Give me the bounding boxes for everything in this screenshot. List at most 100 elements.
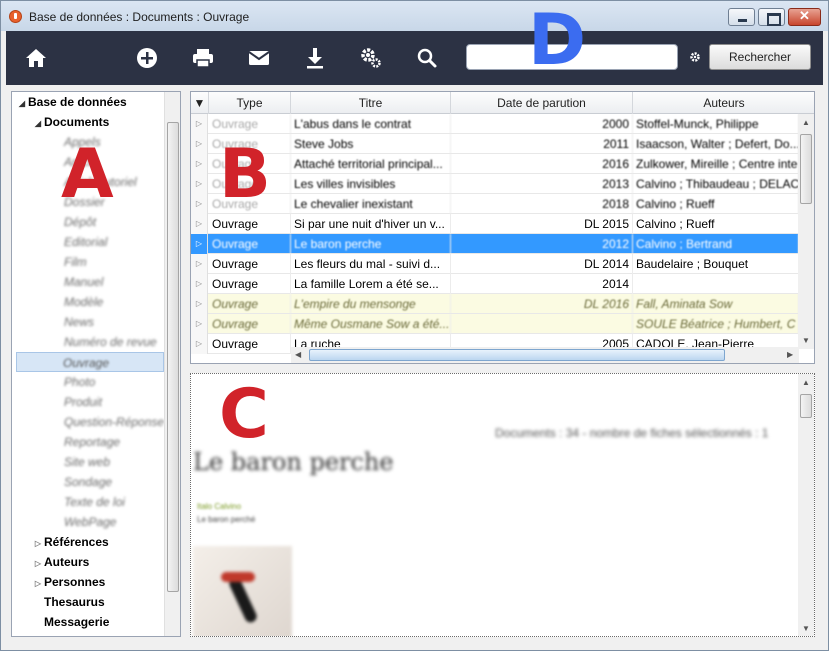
row-expand-icon[interactable]: ▷ <box>191 294 208 314</box>
toolbar: Rechercher <box>6 31 823 85</box>
preview-author[interactable]: Italo Calvino <box>197 502 241 511</box>
preview-count: Documents : 34 - nombre de fiches sélect… <box>495 426 769 440</box>
row-expand-icon[interactable]: ▷ <box>191 274 208 294</box>
table-row[interactable]: ▷ Ouvrage Les fleurs du mal - suivi d... DL… <box>191 254 799 274</box>
scroll-up-arrow-icon[interactable]: ▲ <box>802 378 810 387</box>
home-icon[interactable] <box>23 45 49 71</box>
tree-item-label: Reportage <box>64 435 121 449</box>
row-expand-icon[interactable]: ▷ <box>191 194 208 214</box>
table-cell-date <box>451 314 633 334</box>
tree-item-doctype[interactable]: Sondage <box>64 472 112 492</box>
scroll-left-arrow-icon[interactable]: ◀ <box>295 350 301 359</box>
print-icon[interactable] <box>190 45 216 71</box>
window-title: Base de données : Documents : Ouvrage <box>29 10 250 24</box>
row-expand-icon[interactable]: ▷ <box>191 234 208 254</box>
row-expand-icon[interactable]: ▷ <box>191 114 208 134</box>
tree-item-section[interactable]: ▷ Références <box>32 532 109 552</box>
row-expand-icon[interactable]: ▷ <box>191 134 208 154</box>
search-icon[interactable] <box>414 45 440 71</box>
row-expand-icon[interactable]: ▷ <box>191 214 208 234</box>
column-header-type[interactable]: Type <box>209 92 291 114</box>
tree-item-label: Texte de loi <box>64 495 125 509</box>
scroll-right-arrow-icon[interactable]: ▶ <box>787 350 793 359</box>
search-button[interactable]: Rechercher <box>709 44 811 70</box>
app-icon <box>9 10 22 23</box>
tree-item-label: Références <box>44 535 109 549</box>
documents-table: ▼ Type Titre Date de parution Auteurs ▷ O… <box>190 91 815 364</box>
collapsed-triangle-icon[interactable]: ▷ <box>32 574 44 594</box>
tree-item-doctype[interactable]: Reportage <box>64 432 120 452</box>
row-expand-icon[interactable]: ▷ <box>191 334 208 354</box>
table-row[interactable]: ▷ Ouvrage Attaché territorial principal...… <box>191 154 799 174</box>
minimize-button[interactable] <box>728 8 755 26</box>
search-options-gear-icon[interactable] <box>689 51 701 63</box>
column-menu-icon[interactable]: ▼ <box>191 92 209 114</box>
table-cell-authors: Calvino ; Rueff <box>633 214 799 234</box>
tree-item-doctype[interactable]: Film <box>64 252 87 272</box>
table-row[interactable]: ▷ Ouvrage Steve Jobs 2011 Isaacson, Walter ;… <box>191 134 799 154</box>
tree-item-doctype[interactable]: Texte de loi <box>64 492 125 512</box>
scroll-up-arrow-icon[interactable]: ▲ <box>802 118 810 127</box>
tree-item-doctype[interactable]: Manuel <box>64 272 103 292</box>
expanded-triangle-icon[interactable]: ◢ <box>16 94 28 114</box>
tree-item-section[interactable]: Messagerie <box>32 612 109 632</box>
tree-item-doctype[interactable]: Question-Réponse <box>64 412 164 432</box>
tree-item-label: Base de données <box>28 95 127 109</box>
tree-item-doctype[interactable]: Photo <box>64 372 95 392</box>
scroll-thumb[interactable] <box>309 349 725 361</box>
collapsed-triangle-icon[interactable]: ▷ <box>32 534 44 554</box>
tree-item-section[interactable]: ▷ Auteurs <box>32 552 89 572</box>
tree-item-doctype[interactable]: Modèle <box>64 292 103 312</box>
tree-item-label: News <box>64 315 95 329</box>
scroll-down-arrow-icon[interactable]: ▼ <box>802 336 810 345</box>
tree-item-doctype[interactable]: WebPage <box>64 512 116 532</box>
expanded-triangle-icon[interactable]: ◢ <box>32 114 44 134</box>
tree-item-doctype[interactable]: Site web <box>64 452 110 472</box>
table-row[interactable]: ▷ Ouvrage Le chevalier inexistant 2018 Calvi… <box>191 194 799 214</box>
row-expand-icon[interactable]: ▷ <box>191 254 208 274</box>
row-expand-icon[interactable]: ▷ <box>191 154 208 174</box>
column-header-authors[interactable]: Auteurs <box>633 92 814 114</box>
tree-item-section[interactable]: ▷ Personnes <box>32 572 105 592</box>
add-icon[interactable] <box>134 45 160 71</box>
table-row[interactable]: ▷ Ouvrage L'abus dans le contrat 2000 Stoffe… <box>191 114 799 134</box>
table-row[interactable]: ▷ Ouvrage Le baron perche 2012 Calvino ; Ber… <box>191 234 799 254</box>
mail-icon[interactable] <box>246 45 272 71</box>
collapsed-triangle-icon[interactable]: ▷ <box>32 554 44 574</box>
tree-item-doctype[interactable]: Numéro de revue <box>64 332 157 352</box>
preview-scrollbar[interactable]: ▲ ▼ <box>798 374 814 636</box>
tree-item-doctype[interactable]: Ouvrage <box>16 352 164 372</box>
table-cell-date: DL 2016 <box>451 294 633 314</box>
tree-item-label: Ouvrage <box>63 356 110 370</box>
tree-item-doctype[interactable]: Produit <box>64 392 102 412</box>
download-icon[interactable] <box>302 45 328 71</box>
close-button[interactable]: ✕ <box>788 8 821 26</box>
tree-item-root[interactable]: ◢ Base de données <box>16 92 127 112</box>
column-header-date[interactable]: Date de parution <box>451 92 633 114</box>
row-expand-icon[interactable]: ▷ <box>191 314 208 334</box>
maximize-button[interactable] <box>758 8 785 26</box>
table-cell-title: Les fleurs du mal - suivi d... <box>291 254 451 274</box>
tree-scrollbar[interactable] <box>164 92 180 636</box>
tree-item-doctype[interactable]: News <box>64 312 94 332</box>
tree-item-documents[interactable]: ◢ Documents <box>32 112 109 132</box>
settings-icon[interactable] <box>358 45 384 71</box>
table-row[interactable]: ▷ Ouvrage Même Ousmane Sow a été... SOULE B… <box>191 314 799 334</box>
column-header-title[interactable]: Titre <box>291 92 451 114</box>
table-row[interactable]: ▷ Ouvrage Les villes invisibles 2013 Calvino… <box>191 174 799 194</box>
row-expand-icon[interactable]: ▷ <box>191 174 208 194</box>
scroll-thumb[interactable] <box>800 394 812 418</box>
title-bar[interactable]: Base de données : Documents : Ouvrage ✕ <box>1 1 828 31</box>
table-row[interactable]: ▷ Ouvrage Si par une nuit d'hiver un v... D… <box>191 214 799 234</box>
table-row[interactable]: ▷ Ouvrage L'empire du mensonge DL 2016 Fall,… <box>191 294 799 314</box>
tree-item-doctype[interactable]: Dépôt <box>64 212 96 232</box>
table-row[interactable]: ▷ Ouvrage La famille Lorem a été se... 2014 <box>191 274 799 294</box>
scroll-thumb[interactable] <box>800 134 812 204</box>
tree-item-doctype[interactable]: Editorial <box>64 232 107 252</box>
tree-item-section[interactable]: Thesaurus <box>32 592 105 612</box>
preview-subtitle: Le baron perché <box>197 515 256 524</box>
scroll-down-arrow-icon[interactable]: ▼ <box>802 624 810 633</box>
table-vertical-scrollbar[interactable]: ▲ ▼ <box>798 114 814 349</box>
table-horizontal-scrollbar[interactable]: ◀ ▶ <box>291 347 799 363</box>
scroll-thumb[interactable] <box>167 122 179 592</box>
